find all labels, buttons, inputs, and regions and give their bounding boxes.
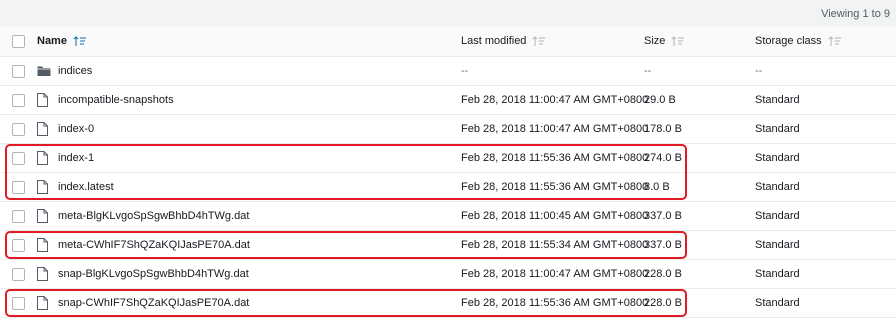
table-row[interactable]: snap-BlgKLvgoSpSgwBhbD4hTWg.dat Feb 28, 2… [0,260,896,289]
row-checkbox[interactable] [12,297,25,310]
sort-icon[interactable] [671,35,685,47]
last-modified-cell: Feb 28, 2018 11:55:36 AM GMT+0800 [461,181,649,193]
file-name-link[interactable]: meta-CWhIF7ShQZaKQIJasPE70A.dat [58,239,250,251]
last-modified-cell: Feb 28, 2018 11:00:47 AM GMT+0800 [461,94,649,106]
size-cell: -- [644,65,652,77]
column-header-storage-class[interactable]: Storage class [755,35,842,47]
file-icon [37,296,48,310]
table-row[interactable]: meta-BlgKLvgoSpSgwBhbD4hTWg.dat Feb 28, 2… [0,202,896,231]
row-checkbox[interactable] [12,152,25,165]
storage-class-cell: Standard [755,123,800,135]
file-name-link[interactable]: incompatible-snapshots [58,94,174,106]
pagination-summary: Viewing 1 to 9 [821,8,890,20]
file-icon [37,180,48,194]
size-cell: 29.0 B [644,94,676,106]
file-icon [37,151,48,165]
file-name-link[interactable]: index.latest [58,181,114,193]
size-cell: 337.0 B [644,210,682,222]
file-name-link[interactable]: meta-BlgKLvgoSpSgwBhbD4hTWg.dat [58,210,249,222]
table-row[interactable]: index-1 Feb 28, 2018 11:55:36 AM GMT+0800… [0,144,896,173]
row-checkbox[interactable] [12,65,25,78]
file-icon [37,209,48,223]
size-cell: 228.0 B [644,268,682,280]
sort-ascending-icon[interactable] [73,35,87,47]
size-cell: 337.0 B [644,239,682,251]
size-cell: 228.0 B [644,297,682,309]
file-icon [37,238,48,252]
last-modified-cell: Feb 28, 2018 11:55:34 AM GMT+0800 [461,239,649,251]
table-toolbar: Viewing 1 to 9 [0,0,896,27]
storage-class-cell: Standard [755,297,800,309]
table-row[interactable]: snap-CWhIF7ShQZaKQIJasPE70A.dat Feb 28, 2… [0,289,896,318]
row-checkbox[interactable] [12,239,25,252]
row-checkbox[interactable] [12,181,25,194]
storage-class-cell: Standard [755,94,800,106]
table-row[interactable]: meta-CWhIF7ShQZaKQIJasPE70A.dat Feb 28, 2… [0,231,896,260]
row-checkbox[interactable] [12,210,25,223]
table-header: Name Last modified Size Storage class [0,26,896,57]
file-icon [37,267,48,281]
last-modified-cell: -- [461,65,469,77]
column-header-last-modified[interactable]: Last modified [461,35,546,47]
table-row[interactable]: indices -- -- -- [0,57,896,86]
column-header-size[interactable]: Size [644,35,685,47]
file-name-link[interactable]: index-1 [58,152,94,164]
file-name-link[interactable]: snap-CWhIF7ShQZaKQIJasPE70A.dat [58,297,249,309]
sort-icon[interactable] [532,35,546,47]
storage-class-cell: Standard [755,181,800,193]
row-checkbox[interactable] [12,94,25,107]
last-modified-cell: Feb 28, 2018 11:00:47 AM GMT+0800 [461,268,649,280]
column-header-name[interactable]: Name [37,35,87,47]
sort-icon[interactable] [828,35,842,47]
storage-class-cell: -- [755,65,763,77]
size-cell: 8.0 B [644,181,670,193]
row-checkbox[interactable] [12,268,25,281]
file-icon [37,93,48,107]
last-modified-cell: Feb 28, 2018 11:00:47 AM GMT+0800 [461,123,649,135]
file-name-link[interactable]: index-0 [58,123,94,135]
folder-icon [37,64,51,78]
select-all-checkbox[interactable] [12,35,25,48]
last-modified-cell: Feb 28, 2018 11:55:36 AM GMT+0800 [461,297,649,309]
table-row[interactable]: index-0 Feb 28, 2018 11:00:47 AM GMT+0800… [0,115,896,144]
file-icon [37,122,48,136]
storage-class-cell: Standard [755,152,800,164]
table-row[interactable]: index.latest Feb 28, 2018 11:55:36 AM GMT… [0,173,896,202]
last-modified-cell: Feb 28, 2018 11:00:45 AM GMT+0800 [461,210,649,222]
storage-class-cell: Standard [755,239,800,251]
file-name-link[interactable]: indices [58,65,92,77]
last-modified-cell: Feb 28, 2018 11:55:36 AM GMT+0800 [461,152,649,164]
size-cell: 178.0 B [644,123,682,135]
storage-class-cell: Standard [755,210,800,222]
table-row[interactable]: incompatible-snapshots Feb 28, 2018 11:00… [0,86,896,115]
size-cell: 274.0 B [644,152,682,164]
storage-class-cell: Standard [755,268,800,280]
row-checkbox[interactable] [12,123,25,136]
file-name-link[interactable]: snap-BlgKLvgoSpSgwBhbD4hTWg.dat [58,268,249,280]
